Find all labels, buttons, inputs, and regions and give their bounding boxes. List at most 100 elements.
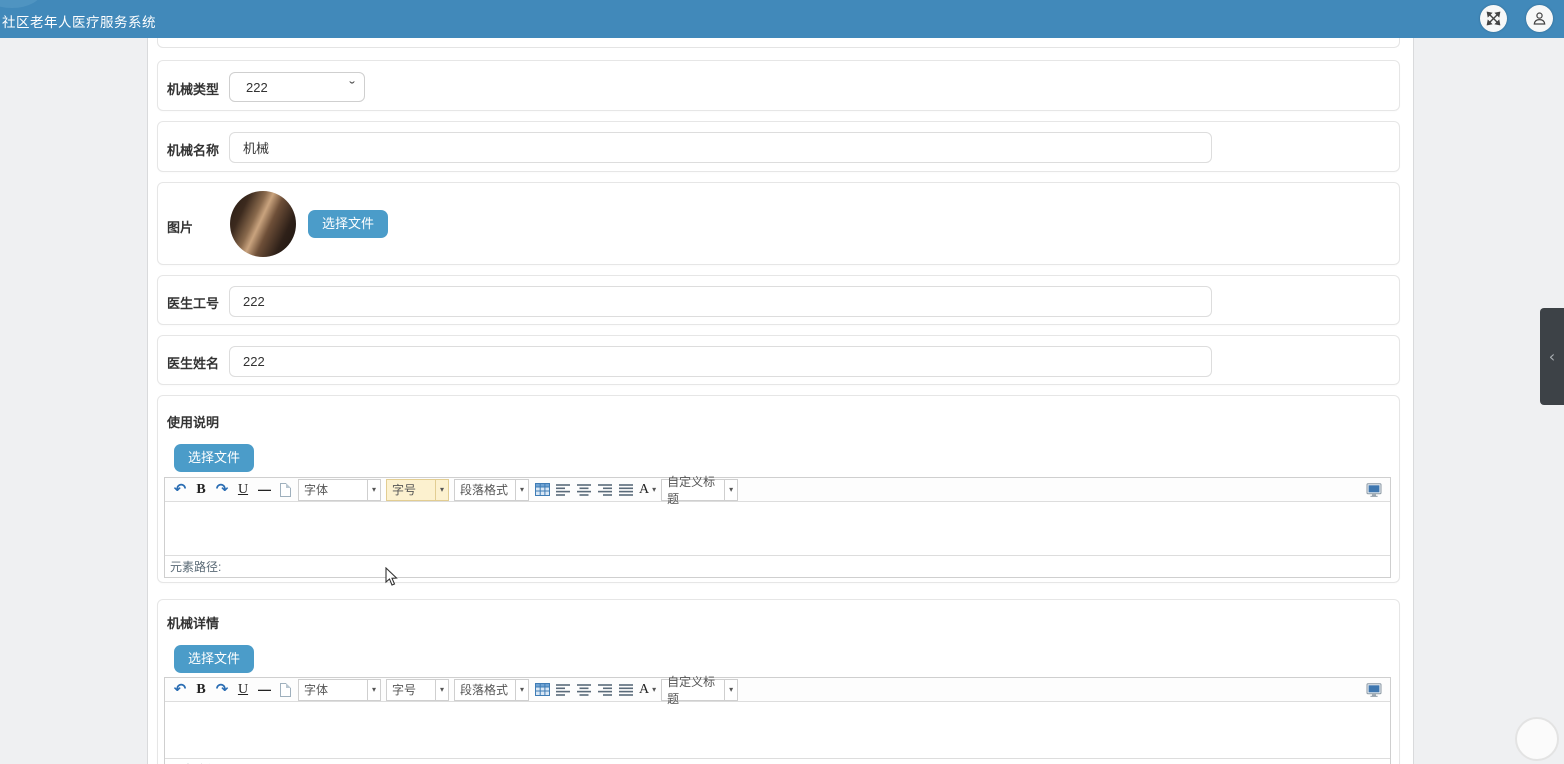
align-left-icon (556, 683, 570, 696)
horizontal-rule-button[interactable]: — (256, 480, 272, 500)
horizontal-rule-button[interactable]: — (256, 680, 272, 700)
dropdown-arrow-icon: ▾ (516, 478, 529, 501)
page-icon (279, 682, 291, 697)
fullscreen-editor-button[interactable] (1366, 680, 1382, 700)
monitor-icon (1366, 682, 1382, 697)
app-header: 社区老年人医疗服务系统 (0, 0, 1564, 38)
dropdown-arrow-icon: ▾ (436, 678, 449, 701)
editor-toolbar: ↶ B ↷ U — 字体 ▾ 字号 ▾ 段落格式 ▾ A ▾ 自定义标题 ▾ (165, 475, 1390, 506)
monitor-icon (1366, 482, 1382, 497)
font-size-dropdown[interactable]: 字号 ▾ (386, 478, 449, 501)
dropdown-arrow-icon: ▾ (652, 485, 657, 494)
new-page-button[interactable] (277, 680, 293, 700)
underline-button[interactable]: U (235, 680, 251, 700)
chevron-down-icon: ˇ (349, 81, 355, 93)
form-section-usage-instructions: 使用说明 选择文件 ↶ B ↷ U — 字体 ▾ 字号 ▾ 段落格式 ▾ A ▾… (157, 395, 1400, 583)
field-label: 医生工号 (167, 296, 220, 311)
align-center-button[interactable] (576, 680, 592, 700)
align-center-icon (577, 483, 591, 496)
page-icon (279, 482, 291, 497)
editor-content-area[interactable] (165, 702, 1390, 758)
insert-table-button[interactable] (534, 680, 550, 700)
form-section-machine-details: 机械详情 选择文件 ↶ B ↷ U — 字体 ▾ 字号 ▾ 段落格式 ▾ A ▾… (157, 599, 1400, 764)
font-color-button[interactable]: A ▾ (639, 680, 656, 700)
paragraph-format-dropdown[interactable]: 段落格式 ▾ (454, 678, 529, 701)
align-right-icon (598, 483, 612, 496)
chevron-left-icon: ‹ (1548, 347, 1556, 366)
dropdown-arrow-icon: ▾ (725, 678, 739, 701)
rich-text-editor: ↶ B ↷ U — 字体 ▾ 字号 ▾ 段落格式 ▾ (164, 475, 1391, 578)
field-label: 图片 (167, 220, 194, 235)
align-left-button[interactable] (555, 680, 571, 700)
machine-name-input[interactable] (229, 132, 1212, 163)
rich-text-editor: ↶ B ↷ U — 字体 ▾ 字号 ▾ 段落格式 ▾ (164, 675, 1391, 764)
font-family-dropdown[interactable]: 字体 ▾ (298, 478, 381, 501)
doctor-name-input[interactable] (229, 346, 1212, 377)
form-row-machine-name: 机械名称 (157, 121, 1400, 172)
align-right-button[interactable] (597, 680, 613, 700)
editor-status-bar: 元素路径: (165, 758, 1390, 764)
dropdown-arrow-icon: ▾ (516, 678, 529, 701)
side-panel-collapse-handle[interactable]: ‹ (1540, 308, 1564, 405)
align-justify-button[interactable] (618, 480, 634, 500)
align-justify-icon (619, 683, 633, 696)
editor-toolbar: ↶ B ↷ U — 字体 ▾ 字号 ▾ 段落格式 ▾ A ▾ 自定义标题 ▾ (165, 675, 1390, 706)
dropdown-arrow-icon: ▾ (436, 478, 449, 501)
choose-file-button[interactable]: 选择文件 (308, 210, 389, 238)
image-thumbnail (230, 191, 296, 257)
user-profile-button[interactable] (1526, 5, 1553, 32)
table-icon (534, 683, 550, 696)
dropdown-arrow-icon: ▾ (368, 678, 381, 701)
align-left-button[interactable] (555, 480, 571, 500)
dropdown-arrow-icon: ▾ (652, 685, 657, 694)
dropdown-arrow-icon: ▾ (368, 478, 381, 501)
field-label: 机械名称 (167, 143, 220, 158)
bold-button[interactable]: B (193, 480, 209, 500)
choose-file-button[interactable]: 选择文件 (174, 645, 255, 673)
redo-button[interactable]: ↷ (214, 680, 230, 700)
underline-button[interactable]: U (235, 480, 251, 500)
align-left-icon (556, 483, 570, 496)
form-row-doctor-name: 医生姓名 (157, 335, 1400, 385)
font-size-dropdown[interactable]: 字号 ▾ (386, 678, 449, 701)
undo-button[interactable]: ↶ (172, 480, 188, 500)
section-label: 机械详情 (167, 616, 220, 631)
font-color-button[interactable]: A ▾ (639, 480, 656, 500)
fullscreen-icon (1486, 11, 1501, 26)
element-path-label: 元素路径: (170, 560, 222, 574)
dropdown-arrow-icon: ▾ (725, 478, 739, 501)
form-row-image: 图片 选择文件 (157, 182, 1400, 265)
bold-button[interactable]: B (193, 680, 209, 700)
field-label: 医生姓名 (167, 356, 220, 371)
paragraph-format-dropdown[interactable]: 段落格式 ▾ (454, 478, 529, 501)
editor-content-area[interactable] (165, 502, 1390, 555)
custom-heading-dropdown[interactable]: 自定义标题 ▾ (661, 475, 739, 506)
field-label: 机械类型 (167, 82, 220, 97)
new-page-button[interactable] (277, 480, 293, 500)
select-value: 222 (246, 79, 268, 95)
custom-heading-dropdown[interactable]: 自定义标题 ▾ (661, 675, 739, 706)
font-family-dropdown[interactable]: 字体 ▾ (298, 678, 381, 701)
table-icon (534, 483, 550, 496)
editor-status-bar: 元素路径: (165, 555, 1390, 577)
back-to-top-button[interactable] (1515, 717, 1559, 761)
undo-button[interactable]: ↶ (172, 680, 188, 700)
align-right-button[interactable] (597, 480, 613, 500)
fullscreen-button[interactable] (1480, 5, 1507, 32)
fullscreen-editor-button[interactable] (1366, 480, 1382, 500)
insert-table-button[interactable] (534, 480, 550, 500)
form-row-machine-type: 机械类型 222 ˇ (157, 60, 1400, 111)
redo-button[interactable]: ↷ (214, 480, 230, 500)
align-center-button[interactable] (576, 480, 592, 500)
form-row-doctor-id: 医生工号 (157, 275, 1400, 325)
align-center-icon (577, 683, 591, 696)
user-icon (1533, 12, 1546, 25)
choose-file-button[interactable]: 选择文件 (174, 444, 255, 472)
doctor-id-input[interactable] (229, 286, 1212, 317)
align-right-icon (598, 683, 612, 696)
header-corner-decoration (0, 0, 42, 8)
machine-type-select[interactable]: 222 ˇ (229, 72, 365, 102)
section-label: 使用说明 (167, 415, 220, 430)
align-justify-button[interactable] (618, 680, 634, 700)
align-justify-icon (619, 483, 633, 496)
